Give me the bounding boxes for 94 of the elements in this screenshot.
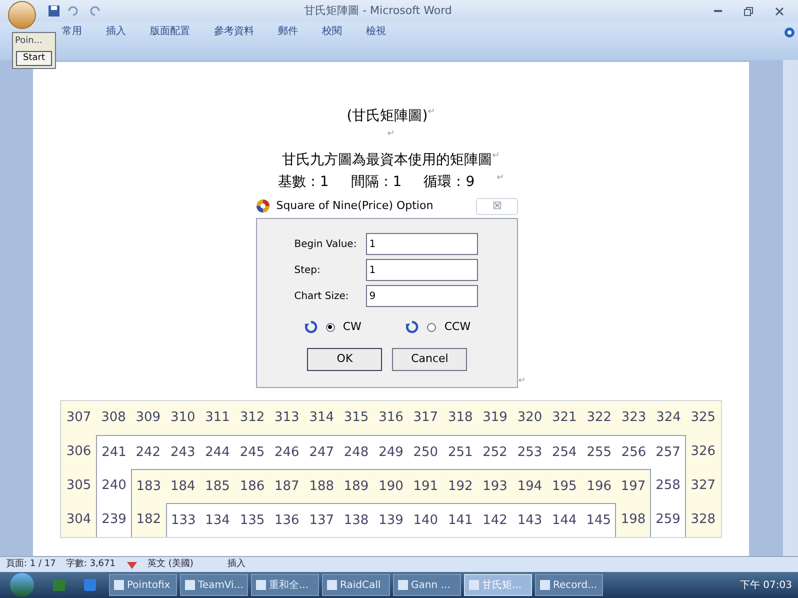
ribbon-tab[interactable]: 常用 xyxy=(62,24,82,39)
table-cell: 134 xyxy=(200,503,235,537)
input-field[interactable]: 1 xyxy=(366,259,478,281)
table-cell: 135 xyxy=(234,503,270,537)
table-cell: 258 xyxy=(651,469,686,503)
redo-icon[interactable] xyxy=(90,5,102,17)
paragraph-mark: ↵ xyxy=(428,106,436,119)
table-cell: 139 xyxy=(374,503,408,537)
table-cell: 243 xyxy=(166,435,200,469)
taskbar-button[interactable]: TeamVi... xyxy=(180,574,248,596)
document-text: 甘氏九方圖為最資本使用的矩陣圖 xyxy=(282,151,492,170)
help-icon[interactable] xyxy=(784,27,795,38)
parameter-text: 基數：1 xyxy=(278,173,329,192)
word-count: 字數: 3,671 xyxy=(66,558,116,571)
ribbon-tab[interactable]: 插入 xyxy=(106,24,126,39)
paragraph-mark: ↵ xyxy=(492,150,500,163)
parameter-text: 間隔：1 xyxy=(350,173,402,192)
table-cell: 140 xyxy=(408,503,444,537)
table-cell: 250 xyxy=(408,435,444,469)
table-cell: 249 xyxy=(374,435,408,469)
table-cell: 144 xyxy=(547,503,582,537)
dialog-title: Square of Nine(Price) Option xyxy=(276,198,434,214)
table-cell: 197 xyxy=(616,469,652,503)
table-cell: 257 xyxy=(651,435,686,469)
dialog-button[interactable]: OK xyxy=(307,348,382,370)
ribbon-tab[interactable]: 校閱 xyxy=(322,24,342,39)
close-button[interactable]: ☒ xyxy=(476,198,518,214)
radio-label: CCW xyxy=(444,319,471,335)
table-cell: 239 xyxy=(96,503,131,537)
table-cell: 183 xyxy=(130,469,166,503)
spellcheck-icon[interactable] xyxy=(126,560,138,570)
table-cell: 245 xyxy=(234,435,270,469)
table-cell: 254 xyxy=(547,435,582,469)
document-text: (甘氏矩陣圖) xyxy=(346,107,428,126)
field-label: Begin Value: xyxy=(294,238,358,252)
page-count: 頁面: 1 / 17 xyxy=(6,558,56,571)
table-cell: 253 xyxy=(512,435,548,469)
taskbar-button[interactable]: Gann ... xyxy=(393,574,461,596)
vertical-scrollbar[interactable] xyxy=(782,60,798,556)
window-title: 甘氏矩陣圖 - Microsoft Word xyxy=(303,2,453,19)
ribbon-tab[interactable]: 檢視 xyxy=(366,24,386,39)
start-button[interactable]: Start xyxy=(16,50,52,66)
table-cell: 145 xyxy=(582,503,616,537)
restore-icon[interactable] xyxy=(744,6,753,16)
radio-label: CW xyxy=(342,319,362,335)
table-cell: 252 xyxy=(478,435,512,469)
ribbon-tab[interactable]: 郵件 xyxy=(278,24,298,39)
table-cell: 255 xyxy=(582,435,616,469)
input-field[interactable]: 9 xyxy=(366,285,478,307)
color-wheel-icon xyxy=(256,199,270,213)
taskbar-button[interactable]: Pointofix xyxy=(109,574,177,596)
table-cell: 244 xyxy=(200,435,235,469)
table-cell: 256 xyxy=(616,435,652,469)
taskbar-button[interactable]: Record... xyxy=(535,574,603,596)
ribbon-tab[interactable]: 參考資料 xyxy=(214,24,254,39)
radio-button[interactable] xyxy=(326,322,335,332)
table-cell: 133 xyxy=(166,503,200,537)
table-cell: 247 xyxy=(304,435,339,469)
ribbon-tab[interactable]: 版面配置 xyxy=(150,24,190,39)
table-cell: 259 xyxy=(651,503,686,537)
insert-mode: 插入 xyxy=(227,558,246,571)
field-label: Step: xyxy=(294,264,322,278)
tool-title: Poin... xyxy=(15,35,42,48)
taskbar-button[interactable]: RaidCall xyxy=(322,574,390,596)
parameter-text: 循環：9 xyxy=(424,173,475,192)
table-cell: 248 xyxy=(338,435,374,469)
table-cell: 246 xyxy=(270,435,304,469)
table-cell: 240 xyxy=(96,469,131,503)
table-cell: 142 xyxy=(478,503,512,537)
table-cell: 242 xyxy=(130,435,166,469)
save-icon[interactable] xyxy=(48,5,60,17)
rotate-icon xyxy=(405,320,420,334)
table-cell: 137 xyxy=(304,503,339,537)
radio-button[interactable] xyxy=(427,322,436,332)
clock: 下午 07:03 xyxy=(740,578,792,592)
table-cell: 138 xyxy=(338,503,374,537)
start-orb-icon[interactable] xyxy=(10,573,34,597)
office-button[interactable] xyxy=(8,1,36,29)
paragraph-mark: ↵ xyxy=(496,172,504,185)
dialog-button[interactable]: Cancel xyxy=(392,348,468,370)
input-field[interactable]: 1 xyxy=(366,233,478,255)
table-cell: 251 xyxy=(443,435,478,469)
field-label: Chart Size: xyxy=(294,290,350,304)
table-cell: 241 xyxy=(96,435,131,469)
undo-icon[interactable] xyxy=(66,5,80,17)
paragraph-mark: ↵ xyxy=(387,128,395,141)
table-cell: 136 xyxy=(270,503,304,537)
paragraph-mark: ↵ xyxy=(518,374,526,388)
table-cell: 143 xyxy=(512,503,548,537)
rotate-icon xyxy=(304,320,318,334)
close-icon[interactable] xyxy=(775,6,784,16)
table-cell: 141 xyxy=(443,503,478,537)
language: 英文 (美國) xyxy=(148,558,194,571)
taskbar-button[interactable]: 重和全... xyxy=(251,574,319,596)
